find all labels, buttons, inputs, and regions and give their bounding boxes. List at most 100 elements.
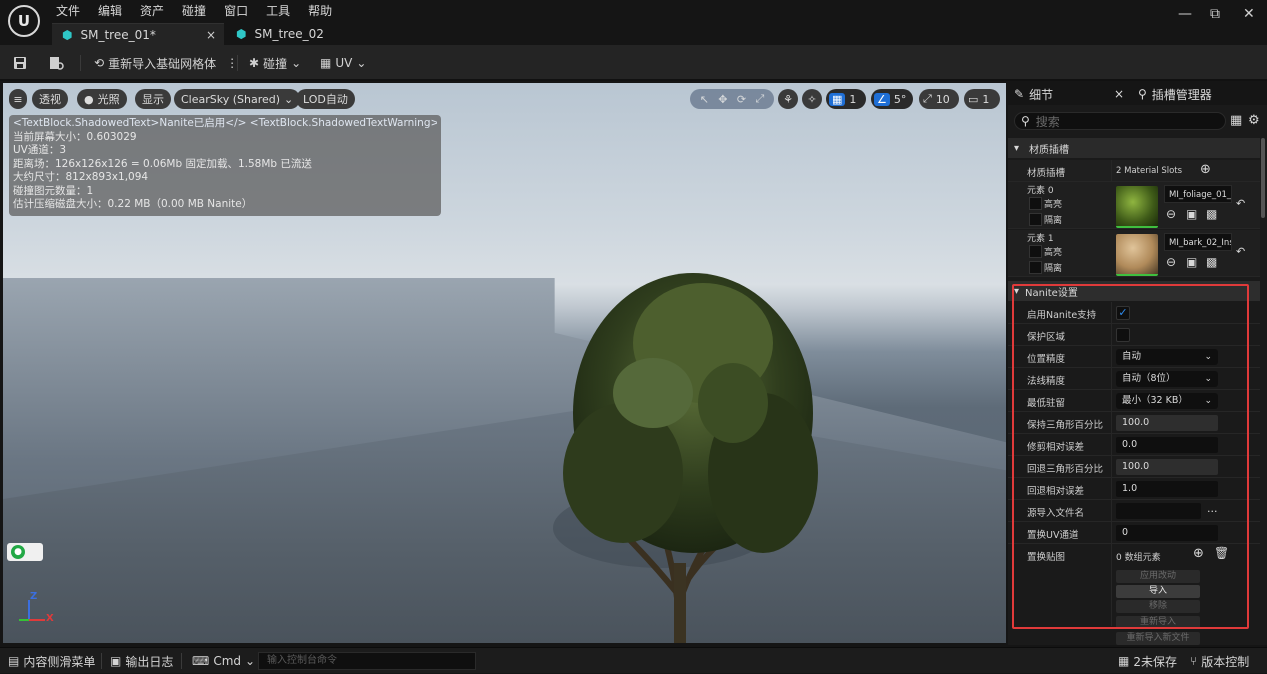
rotate-icon[interactable]: ⟳ (737, 93, 746, 106)
use-selected-icon[interactable]: ⊖ (1166, 207, 1176, 221)
tab-label: SM_tree_01* (80, 27, 156, 42)
menu-collision[interactable]: 碰撞 (182, 2, 215, 19)
content-drawer-button[interactable]: ▤ 内容侧滑菜单 (8, 648, 95, 674)
menu-file[interactable]: 文件 (56, 2, 89, 19)
surface-snap-icon[interactable]: ✧ (802, 89, 822, 109)
lod-dropdown[interactable]: LOD自动 (296, 89, 355, 109)
console-command-input[interactable]: 输入控制台命令 (258, 652, 476, 670)
reset-arrow-icon[interactable]: ↶ (1236, 197, 1245, 210)
hamburger-icon: ≡ (13, 92, 23, 106)
collapse-arrow-icon: ▾ (1014, 142, 1020, 154)
stats-line: 碰撞图元数量：1 (13, 184, 94, 197)
highlight-checkbox[interactable] (1029, 197, 1042, 210)
table-view-icon[interactable]: ▦ (1230, 113, 1242, 128)
cmd-dropdown[interactable]: ⌨ Cmd ⌄ (192, 648, 255, 674)
grid-snap-toggle[interactable]: ▦ 1 (826, 89, 866, 109)
isolate-label: 隔离 (1044, 216, 1063, 226)
tab-close-icon[interactable]: × (206, 28, 216, 42)
scale-icon[interactable]: ⤢ (755, 92, 764, 106)
add-slot-icon[interactable]: ⊕ (1200, 162, 1211, 177)
use-selected-icon[interactable]: ⊖ (1166, 255, 1176, 269)
tree-mesh[interactable] (543, 233, 843, 643)
save-icon[interactable] (12, 45, 28, 81)
world-space-icon[interactable]: ⚘ (778, 89, 798, 109)
lod-label: LOD自动 (303, 93, 348, 106)
axis-z-label: Z (30, 591, 38, 602)
chevron-down-icon: ⌄ (356, 56, 367, 70)
perspective-label: 透视 (39, 93, 61, 106)
tab-sm-tree-02[interactable]: ⬢ SM_tree_02 (226, 23, 346, 45)
camera-icon: ▭ (968, 92, 979, 106)
menu-bar: 文件 编辑 资产 碰撞 窗口 工具 帮助 (56, 2, 350, 19)
viewport-menu-button[interactable]: ≡ (9, 89, 27, 109)
version-control-label: 版本控制 (1201, 654, 1250, 669)
perspective-button[interactable]: 透视 (32, 89, 68, 109)
tab-details-label: 细节 (1029, 87, 1054, 102)
details-search-input[interactable]: ⚲ 搜索 (1014, 112, 1226, 130)
highlight-checkbox[interactable] (1029, 245, 1042, 258)
sky-selector-dropdown[interactable]: ClearSky (Shared) ⌄ (174, 89, 301, 109)
select-icon[interactable]: ↖ (700, 93, 709, 106)
browse-icon[interactable]: ▣ (1186, 255, 1197, 269)
angle-snap-toggle[interactable]: ∠ 5° (871, 89, 913, 109)
tab-details[interactable]: ✎ 细节 (1014, 83, 1053, 105)
material-slots-section-header[interactable]: ▾ 材质插槽 (1008, 138, 1260, 158)
scale-snap-icon: ⤢ (923, 92, 932, 105)
restore-icon[interactable]: ⧉ (1210, 6, 1220, 22)
cmd-label: Cmd (213, 654, 242, 668)
unreal-logo-icon[interactable]: U (8, 5, 40, 37)
tab-close-icon[interactable]: × (1114, 83, 1124, 105)
settings-gear-icon[interactable]: ⚙ (1248, 113, 1260, 128)
material-thumbnail[interactable] (1116, 234, 1158, 276)
menu-window[interactable]: 窗口 (224, 2, 257, 19)
pencil-icon: ✎ (1014, 87, 1025, 101)
show-label: 显示 (142, 93, 164, 106)
texture-icon[interactable]: ▩ (1206, 207, 1217, 221)
highlight-label: 高亮 (1044, 200, 1063, 210)
viewport[interactable]: ≡ 透视 ● 光照 显示 ClearSky (Shared) ⌄ LOD自动 ↖… (3, 83, 1006, 643)
show-button[interactable]: 显示 (135, 89, 171, 109)
lit-mode-button[interactable]: ● 光照 (77, 89, 127, 109)
menu-tools[interactable]: 工具 (266, 2, 299, 19)
reset-arrow-icon[interactable]: ↶ (1236, 245, 1245, 258)
scrollbar-thumb[interactable] (1261, 138, 1265, 218)
tab-socket-manager[interactable]: ⚲ 插槽管理器 (1138, 83, 1212, 105)
reimport-base-mesh-button[interactable]: ⟲ 重新导入基础网格体 ⋮ (94, 45, 238, 81)
material-thumbnail[interactable] (1116, 186, 1158, 228)
search-placeholder: 搜索 (1035, 114, 1060, 129)
uv-dropdown[interactable]: ▦ UV ⌄ (320, 45, 366, 81)
section-title: 材质插槽 (1029, 144, 1070, 156)
material-name-field[interactable]: MI_foliage_01_In (1164, 185, 1232, 203)
isolate-checkbox[interactable] (1029, 261, 1042, 274)
menu-help[interactable]: 帮助 (308, 2, 341, 19)
lit-sphere-icon: ● (84, 92, 94, 106)
unsaved-button[interactable]: ▦ 2未保存 (1118, 648, 1177, 674)
element-label: 元素 1 (1027, 234, 1054, 244)
browse-asset-icon[interactable] (48, 45, 66, 81)
sky-label: ClearSky (Shared) (181, 92, 281, 106)
reimport-new-file-button[interactable]: 重新导入新文件 (1116, 632, 1200, 645)
version-control-button[interactable]: ⑂ 版本控制 (1190, 648, 1249, 674)
panel-tab-bar: ✎ 细节 × ⚲ 插槽管理器 (1008, 83, 1267, 105)
transform-tools-group: ↖ ✥ ⟳ ⤢ (690, 89, 774, 109)
collision-dropdown[interactable]: ✱ 碰撞 ⌄ (249, 45, 301, 81)
menu-asset[interactable]: 资产 (140, 2, 173, 19)
browse-icon[interactable]: ▣ (1186, 207, 1197, 221)
stats-line: 估计压缩磁盘大小：0.22 MB（0.00 MB Nanite） (13, 198, 253, 210)
menu-edit[interactable]: 编辑 (98, 2, 131, 19)
tab-sm-tree-01[interactable]: ⬢ SM_tree_01* × (52, 23, 224, 45)
tab-label: SM_tree_02 (254, 27, 324, 41)
move-icon[interactable]: ✥ (718, 93, 727, 106)
pin-widget[interactable]: ● (7, 543, 43, 561)
output-log-button[interactable]: ▣ 输出日志 (110, 648, 173, 674)
isolate-checkbox[interactable] (1029, 213, 1042, 226)
slots-count: 2 Material Slots (1116, 166, 1183, 176)
material-name-field[interactable]: MI_bark_02_Ins (1164, 233, 1232, 251)
scale-snap-toggle[interactable]: ⤢ 10 (919, 89, 959, 109)
minimize-icon[interactable]: — (1178, 6, 1192, 22)
camera-speed-button[interactable]: ▭ 1 (964, 89, 1000, 109)
material-element-1: 元素 1 高亮 隔离 MI_bark_02_Ins ⊖ ▣ ▩ ↶ (1008, 230, 1260, 277)
content-drawer-label: 内容侧滑菜单 (23, 654, 96, 669)
close-icon[interactable]: ✕ (1243, 6, 1255, 22)
texture-icon[interactable]: ▩ (1206, 255, 1217, 269)
